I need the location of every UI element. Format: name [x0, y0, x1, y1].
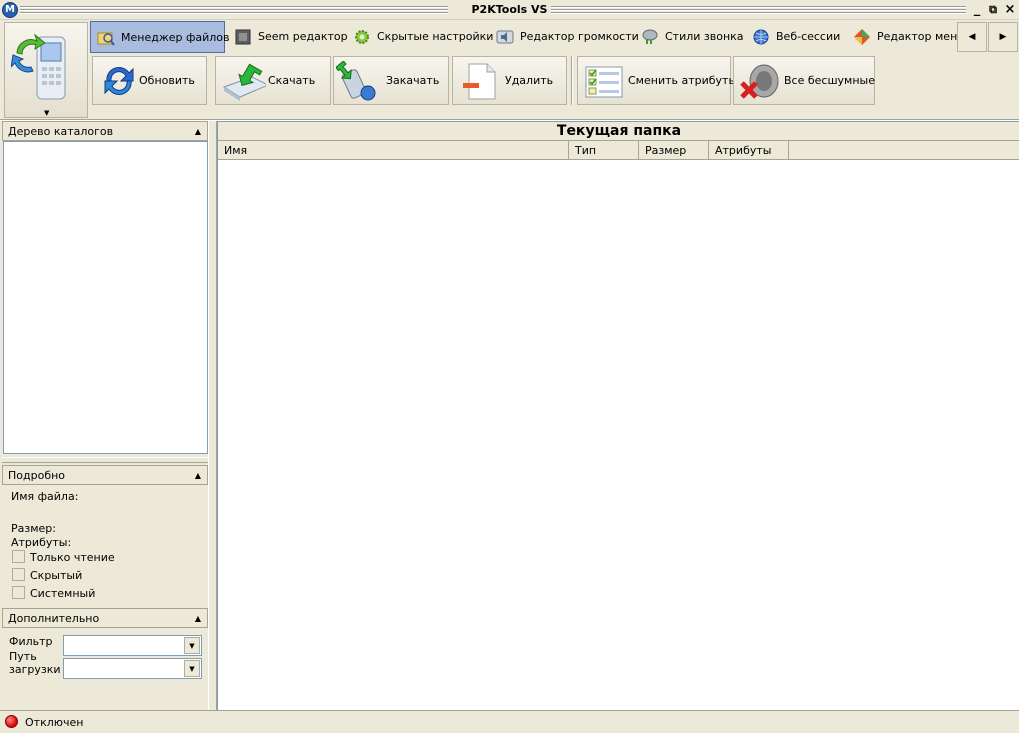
size-label: Размер: [11, 522, 56, 535]
tabs-scroll-left-button[interactable]: ◀ [957, 22, 987, 52]
filter-label: Фильтр [9, 635, 53, 648]
system-label: Системный [30, 587, 96, 600]
tab-label: Стили звонка [665, 30, 744, 43]
menu-editor-icon [854, 29, 870, 45]
hidden-settings-gear-icon [355, 30, 369, 44]
tab-volume-editor[interactable]: Редактор громкости [490, 21, 639, 53]
tab-seem-editor[interactable]: Seem редактор [228, 21, 348, 53]
window-title: P2KTools VS [467, 3, 552, 16]
tab-menu-editor[interactable]: Редактор меню [847, 21, 967, 53]
tab-hidden-settings[interactable]: Скрытые настройки [347, 21, 493, 53]
dropdown-arrow-icon: ▼ [44, 109, 50, 117]
column-header-size[interactable]: Размер [639, 141, 709, 160]
minimize-button[interactable]: _ [970, 2, 984, 18]
file-list[interactable] [218, 161, 1019, 710]
filter-select[interactable]: ▼ [63, 635, 202, 656]
module-tabs: Менеджер файлов Seem редактор Скрытые на… [90, 21, 1019, 53]
download-label: Скачать [268, 74, 316, 87]
upload-phone-globe-icon [336, 61, 376, 101]
toolbar-separator [571, 56, 573, 105]
refresh-label: Обновить [139, 74, 195, 87]
attributes-label: Атрибуты: [11, 536, 72, 549]
tab-label: Веб-сессии [776, 30, 841, 43]
upload-path-label-2: загрузки [9, 663, 61, 676]
details-header[interactable]: Подробно ▲ [2, 465, 208, 485]
title-bar: M P2KTools VS _ ⧉ × [0, 0, 1019, 20]
details-title: Подробно [8, 469, 66, 482]
current-folder-title: Текущая папка [218, 122, 1019, 141]
collapse-caret-icon: ▲ [194, 471, 201, 480]
upload-label: Закачать [386, 74, 440, 87]
readonly-checkbox[interactable] [12, 550, 25, 563]
tab-label: Скрытые настройки [377, 30, 494, 43]
directory-tree-header[interactable]: Дерево каталогов ▲ [2, 121, 208, 141]
upload-path-select[interactable]: ▼ [63, 658, 202, 679]
close-button[interactable]: × [1003, 2, 1017, 18]
file-name-label: Имя файла: [11, 490, 79, 503]
extra-title: Дополнительно [8, 612, 100, 625]
directory-tree[interactable] [3, 141, 208, 454]
app-window: M P2KTools VS _ ⧉ × ▼ Менеджер файлов Se… [0, 0, 1019, 733]
tab-label: Seem редактор [258, 30, 348, 43]
download-tray-icon [222, 63, 266, 101]
column-header-filler [789, 141, 1019, 160]
chevron-down-icon[interactable]: ▼ [184, 637, 200, 654]
tabs-scroll-right-button[interactable]: ▶ [988, 22, 1018, 52]
download-button[interactable]: Скачать [215, 56, 331, 105]
delete-button[interactable]: Удалить [452, 56, 567, 105]
hidden-label: Скрытый [30, 569, 83, 582]
upload-button[interactable]: Закачать [333, 56, 449, 105]
system-checkbox[interactable] [12, 586, 25, 599]
seem-editor-icon [235, 29, 251, 45]
left-panel-splitter[interactable] [2, 457, 209, 463]
readonly-label: Только чтение [30, 551, 115, 564]
tab-label: Редактор меню [877, 30, 967, 43]
tab-label: Редактор громкости [520, 30, 639, 43]
change-attributes-button[interactable]: Сменить атрибуты [577, 56, 737, 105]
file-manager-icon [97, 32, 115, 46]
restore-button[interactable]: ⧉ [986, 2, 1000, 18]
upload-path-label-1: Путь [9, 650, 37, 663]
volume-editor-icon [496, 30, 514, 44]
web-sessions-globe-icon [753, 29, 769, 45]
connection-status: Отключен [25, 716, 84, 729]
hidden-checkbox[interactable] [12, 568, 25, 581]
column-header-attributes[interactable]: Атрибуты [709, 141, 789, 160]
extra-header[interactable]: Дополнительно ▲ [2, 608, 208, 628]
file-list-panel: Текущая папка Имя Тип Размер Атрибуты [217, 121, 1019, 710]
main-vertical-splitter[interactable] [208, 121, 217, 710]
collapse-caret-icon: ▲ [194, 614, 201, 623]
chevron-down-icon[interactable]: ▼ [184, 660, 200, 677]
refresh-arrows-icon [104, 67, 134, 95]
collapse-caret-icon: ▲ [194, 127, 201, 136]
muted-speaker-icon [740, 64, 779, 99]
directory-tree-title: Дерево каталогов [8, 125, 114, 138]
tab-label: Менеджер файлов [121, 31, 230, 44]
delete-document-icon [463, 63, 496, 100]
phone-sync-icon [11, 33, 66, 100]
status-bar: Отключен [0, 710, 1019, 733]
tab-ring-styles[interactable]: Стили звонка [635, 21, 744, 53]
delete-label: Удалить [505, 74, 554, 87]
phone-device-button[interactable]: ▼ [4, 22, 88, 118]
ring-style-icon [642, 29, 658, 44]
status-led-icon [5, 715, 18, 728]
change-attributes-label: Сменить атрибуты [628, 74, 738, 87]
tab-file-manager[interactable]: Менеджер файлов [90, 21, 230, 53]
checklist-icon [585, 66, 623, 98]
column-header-type[interactable]: Тип [569, 141, 639, 160]
column-header-name[interactable]: Имя [218, 141, 569, 160]
refresh-button[interactable]: Обновить [92, 56, 207, 105]
tab-web-sessions[interactable]: Веб-сессии [746, 21, 844, 53]
all-silent-label: Все бесшумные [784, 74, 875, 87]
all-silent-button[interactable]: Все бесшумные [733, 56, 875, 105]
